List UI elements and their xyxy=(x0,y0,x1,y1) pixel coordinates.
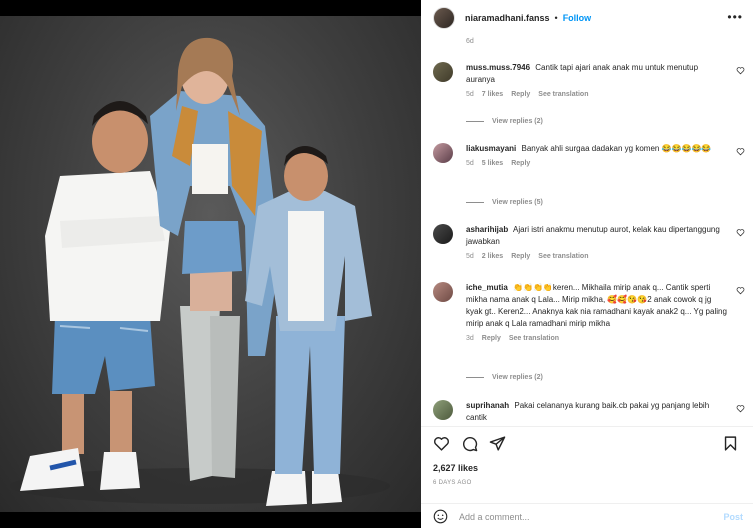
comment-likes[interactable]: 7 likes xyxy=(482,91,503,98)
post-side-panel: niaramadhani.fanss • Follow ••• 6d muss.… xyxy=(421,0,753,528)
post-image-panel xyxy=(0,0,421,528)
like-comment-icon[interactable] xyxy=(736,404,745,413)
post-header: niaramadhani.fanss • Follow ••• xyxy=(421,0,753,36)
see-translation-button[interactable]: See translation xyxy=(538,91,588,98)
comment-text-block: muss.muss.7946 Cantik tapi ajari anak an… xyxy=(466,62,728,86)
like-comment-icon[interactable] xyxy=(736,66,745,75)
comment-item: iche_mutia 👏👏👏👏keren... Mikhaila mirip a… xyxy=(433,282,745,342)
add-comment-bar: Post xyxy=(421,503,753,528)
comment-item: asharihijab Ajari istri anakmu menutup a… xyxy=(433,224,745,260)
commenter-avatar[interactable] xyxy=(433,62,453,82)
comment-meta: 5d 7 likes Reply See translation xyxy=(466,91,745,98)
like-comment-icon[interactable] xyxy=(736,286,745,295)
commenter-avatar[interactable] xyxy=(433,400,453,420)
commenter-username[interactable]: suprihanah xyxy=(466,401,509,410)
see-translation-button[interactable]: See translation xyxy=(509,335,559,342)
commenter-username[interactable]: asharihijab xyxy=(466,225,508,234)
comment-input[interactable] xyxy=(459,511,689,522)
bookmark-icon[interactable] xyxy=(722,435,739,452)
header-separator: • xyxy=(554,13,558,23)
view-replies-line xyxy=(466,121,484,122)
commenter-avatar[interactable] xyxy=(433,224,453,244)
post-photo[interactable] xyxy=(0,16,421,512)
view-replies-label: View replies (2) xyxy=(492,374,543,381)
left-boy-figure xyxy=(20,101,170,491)
author-username[interactable]: niaramadhani.fanss xyxy=(465,13,550,23)
comment-time: 3d xyxy=(466,335,474,342)
comment-item: muss.muss.7946 Cantik tapi ajari anak an… xyxy=(433,62,745,98)
like-icon[interactable] xyxy=(433,435,450,452)
view-replies-label: View replies (2) xyxy=(492,118,543,125)
post-photo-illustration xyxy=(10,37,390,506)
like-comment-icon[interactable] xyxy=(736,147,745,156)
view-replies-line xyxy=(466,202,484,203)
commenter-avatar[interactable] xyxy=(433,282,453,302)
comment-text-block: suprihanah Pakai celananya kurang baik.c… xyxy=(466,400,728,424)
comment-time: 5d xyxy=(466,160,474,167)
view-replies-button[interactable]: View replies (2) xyxy=(466,374,543,381)
comment-likes[interactable]: 2 likes xyxy=(482,253,503,260)
comment-meta: 5d 5 likes Reply xyxy=(466,160,745,167)
post-date: 6 DAYS AGO xyxy=(433,480,472,486)
post-comment-button[interactable]: Post xyxy=(723,512,743,522)
more-options-icon[interactable]: ••• xyxy=(727,10,743,24)
likes-count[interactable]: 2,627 likes xyxy=(433,463,478,473)
comment-text-block: asharihijab Ajari istri anakmu menutup a… xyxy=(466,224,728,248)
view-replies-label: View replies (5) xyxy=(492,199,543,206)
view-replies-button[interactable]: View replies (5) xyxy=(466,199,543,206)
follow-button[interactable]: Follow xyxy=(563,13,592,23)
view-replies-line xyxy=(466,377,484,378)
previous-comment-time: 6d xyxy=(466,38,474,45)
comment-icon[interactable] xyxy=(461,435,478,452)
share-icon[interactable] xyxy=(489,435,506,452)
comment-likes[interactable]: 5 likes xyxy=(482,160,503,167)
commenter-username[interactable]: iche_mutia xyxy=(466,283,508,292)
comment-meta: 5d 2 likes Reply See translation xyxy=(466,253,745,260)
comment-item: suprihanah Pakai celananya kurang baik.c… xyxy=(433,400,745,424)
comment-time: 5d xyxy=(466,253,474,260)
commenter-avatar[interactable] xyxy=(433,143,453,163)
reply-button[interactable]: Reply xyxy=(511,160,530,167)
action-icons xyxy=(433,435,506,452)
comment-text-block: iche_mutia 👏👏👏👏keren... Mikhaila mirip a… xyxy=(466,282,728,330)
post-actions-bar: 2,627 likes 6 DAYS AGO Post xyxy=(421,426,753,526)
comment-time: 5d xyxy=(466,91,474,98)
author-avatar[interactable] xyxy=(433,7,455,29)
view-replies-button[interactable]: View replies (2) xyxy=(466,118,543,125)
comment-meta: 3d Reply See translation xyxy=(466,335,745,342)
commenter-username[interactable]: liakusmayani xyxy=(466,144,516,153)
emoji-icon[interactable] xyxy=(433,509,448,524)
like-comment-icon[interactable] xyxy=(736,228,745,237)
comment-item: liakusmayani Banyak ahli surgaa dadakan … xyxy=(433,143,745,167)
reply-button[interactable]: Reply xyxy=(511,253,530,260)
reply-button[interactable]: Reply xyxy=(511,91,530,98)
comment-text: Banyak ahli surgaa dadakan yg komen 😂😂😂😂… xyxy=(521,144,712,153)
reply-button[interactable]: Reply xyxy=(482,335,501,342)
comment-text-block: liakusmayani Banyak ahli surgaa dadakan … xyxy=(466,143,728,155)
comments-list[interactable]: 6d muss.muss.7946 Cantik tapi ajari anak… xyxy=(421,36,753,426)
see-translation-button[interactable]: See translation xyxy=(538,253,588,260)
commenter-username[interactable]: muss.muss.7946 xyxy=(466,63,530,72)
